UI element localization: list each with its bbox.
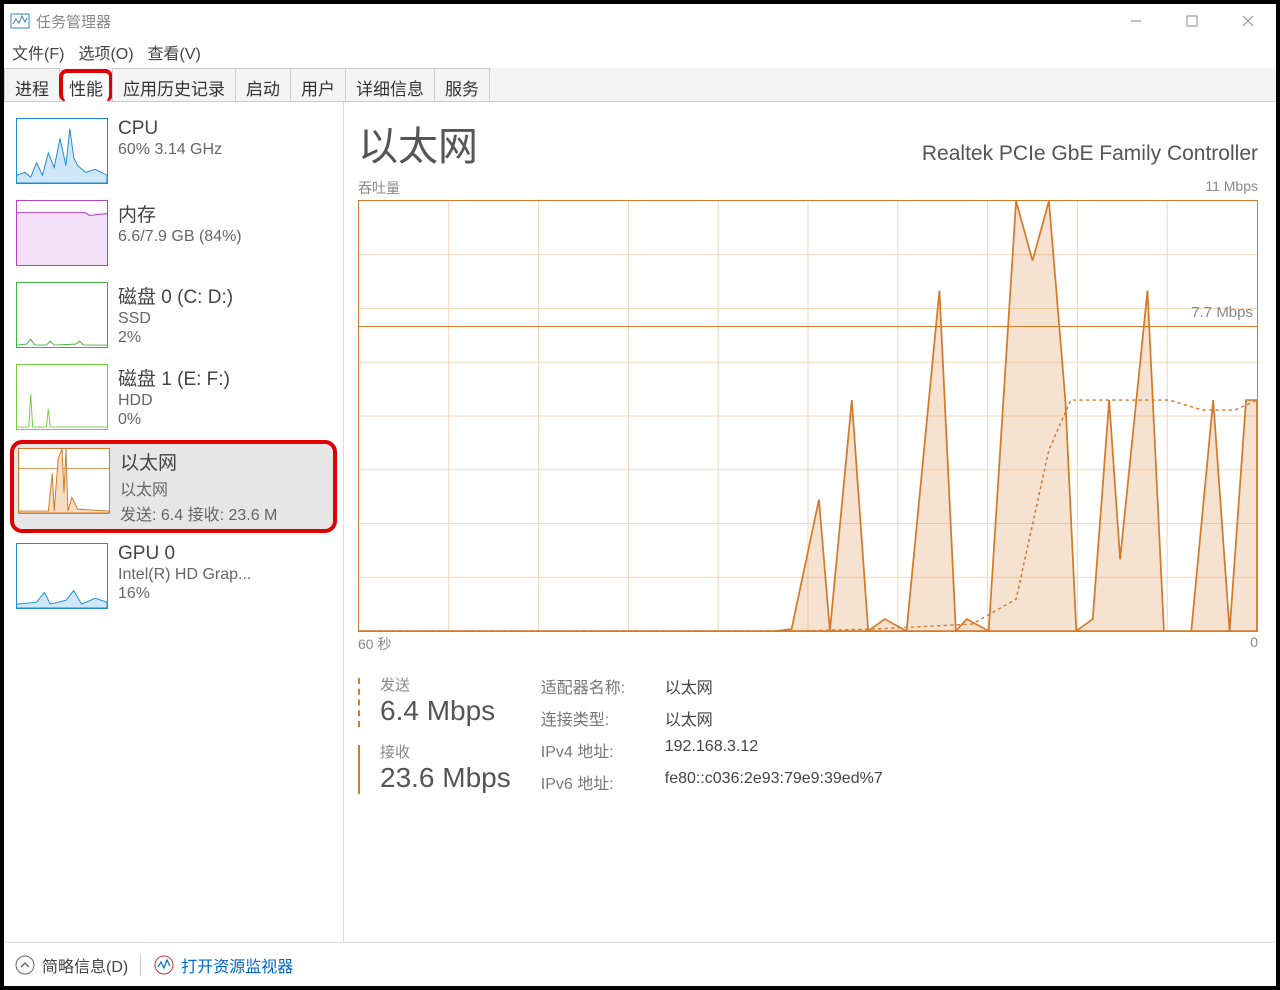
tab-processes[interactable]: 进程 bbox=[4, 68, 60, 101]
info-conn-label: 连接类型: bbox=[541, 706, 651, 730]
main-panel: 以太网 Realtek PCIe GbE Family Controller 吞… bbox=[344, 102, 1276, 942]
sidebar-item-ethernet[interactable]: 以太网 以太网 发送: 6.4 接收: 23.6 M bbox=[10, 440, 337, 533]
send-dash-icon bbox=[358, 678, 370, 727]
sidebar-item-disk1[interactable]: 磁盘 1 (E: F:) HDD 0% bbox=[10, 358, 337, 436]
tab-services[interactable]: 服务 bbox=[434, 68, 490, 101]
sidebar-item-label: 磁盘 0 (C: D:) bbox=[118, 282, 233, 309]
info-adapter-label: 适配器名称: bbox=[541, 674, 651, 698]
chevron-up-circle-icon[interactable] bbox=[14, 954, 36, 976]
graph-xmax: 0 bbox=[1250, 634, 1258, 654]
graph-xmin: 60 秒 bbox=[358, 634, 391, 654]
send-value: 6.4 Mbps bbox=[380, 695, 495, 727]
sidebar-item-sub: HDD bbox=[118, 392, 230, 410]
minimize-button[interactable] bbox=[1108, 4, 1164, 38]
sidebar-item-gpu0[interactable]: GPU 0 Intel(R) HD Grap... 16% bbox=[10, 537, 337, 615]
window-title: 任务管理器 bbox=[36, 11, 111, 32]
menu-view[interactable]: 查看(V) bbox=[148, 40, 201, 64]
recv-dash-icon bbox=[358, 745, 370, 794]
sidebar-item-sub2: 发送: 6.4 接收: 23.6 M bbox=[120, 501, 277, 525]
info-ipv4-label: IPv4 地址: bbox=[541, 738, 651, 762]
page-title: 以太网 bbox=[358, 114, 478, 172]
close-button[interactable] bbox=[1220, 4, 1276, 38]
info-ipv4-value: 192.168.3.12 bbox=[665, 738, 758, 762]
recv-label: 接收 bbox=[380, 741, 511, 762]
ethernet-thumb bbox=[18, 448, 110, 514]
maximize-button[interactable] bbox=[1164, 4, 1220, 38]
tab-users[interactable]: 用户 bbox=[290, 68, 346, 101]
info-ipv6-label: IPv6 地址: bbox=[541, 770, 651, 794]
footer-separator bbox=[140, 954, 141, 976]
disk0-thumb bbox=[16, 282, 108, 348]
throughput-graph: 7.7 Mbps bbox=[358, 200, 1258, 632]
footer: 简略信息(D) 打开资源监视器 bbox=[4, 942, 1276, 986]
sidebar-item-label: 以太网 bbox=[120, 448, 277, 475]
menu-file[interactable]: 文件(F) bbox=[12, 40, 64, 64]
tab-performance[interactable]: 性能 bbox=[59, 69, 113, 102]
sidebar-item-memory[interactable]: 内存 6.6/7.9 GB (84%) bbox=[10, 194, 337, 272]
recv-value: 23.6 Mbps bbox=[380, 762, 511, 794]
sidebar-item-label: 磁盘 1 (E: F:) bbox=[118, 364, 230, 391]
sidebar-item-sub: 以太网 bbox=[120, 476, 277, 500]
metrics: 发送 6.4 Mbps 接收 23.6 Mbps 适配器名称: 以太网 连接类型:… bbox=[358, 674, 1258, 808]
menu-options[interactable]: 选项(O) bbox=[78, 40, 133, 64]
sidebar-item-sub2: 16% bbox=[118, 585, 251, 603]
graph-midline-label: 7.7 Mbps bbox=[1191, 304, 1253, 321]
sidebar-item-sub: 6.6/7.9 GB (84%) bbox=[118, 228, 242, 246]
tab-startup[interactable]: 启动 bbox=[235, 68, 291, 101]
info-ipv6-value: fe80::c036:2e93:79e9:39ed%7 bbox=[665, 770, 883, 794]
tabbar: 进程 性能 应用历史记录 启动 用户 详细信息 服务 bbox=[4, 68, 1276, 102]
disk1-thumb bbox=[16, 364, 108, 430]
fewer-details-button[interactable]: 简略信息(D) bbox=[42, 953, 128, 977]
graph-midline bbox=[359, 326, 1257, 327]
throughput-label: 吞吐量 bbox=[358, 178, 400, 198]
sidebar-item-cpu[interactable]: CPU 60% 3.14 GHz bbox=[10, 112, 337, 190]
gpu-thumb bbox=[16, 543, 108, 609]
adapter-name-header: Realtek PCIe GbE Family Controller bbox=[922, 142, 1258, 166]
perf-sidebar: CPU 60% 3.14 GHz 内存 6.6/7.9 GB (84%) 磁盘 … bbox=[4, 102, 344, 942]
cpu-thumb bbox=[16, 118, 108, 184]
sidebar-item-sub2: 0% bbox=[118, 411, 230, 429]
sidebar-item-label: 内存 bbox=[118, 200, 242, 227]
graph-ymax: 11 Mbps bbox=[1205, 178, 1258, 198]
sidebar-item-sub2: 2% bbox=[118, 329, 233, 347]
resmon-icon bbox=[153, 954, 175, 976]
sidebar-item-label: GPU 0 bbox=[118, 543, 251, 565]
info-conn-value: 以太网 bbox=[665, 706, 713, 730]
taskmgr-icon bbox=[10, 11, 30, 31]
sidebar-item-sub: SSD bbox=[118, 310, 233, 328]
body-split: CPU 60% 3.14 GHz 内存 6.6/7.9 GB (84%) 磁盘 … bbox=[4, 102, 1276, 942]
titlebar: 任务管理器 bbox=[4, 4, 1276, 38]
sidebar-item-sub: 60% 3.14 GHz bbox=[118, 141, 222, 159]
sidebar-item-sub: Intel(R) HD Grap... bbox=[118, 566, 251, 584]
info-adapter-value: 以太网 bbox=[665, 674, 713, 698]
memory-thumb bbox=[16, 200, 108, 266]
sidebar-item-label: CPU bbox=[118, 118, 222, 140]
tab-app-history[interactable]: 应用历史记录 bbox=[112, 68, 236, 101]
sidebar-item-disk0[interactable]: 磁盘 0 (C: D:) SSD 2% bbox=[10, 276, 337, 354]
send-label: 发送 bbox=[380, 674, 495, 695]
menubar: 文件(F) 选项(O) 查看(V) bbox=[4, 38, 1276, 68]
tab-details[interactable]: 详细信息 bbox=[345, 68, 435, 101]
open-resource-monitor-link[interactable]: 打开资源监视器 bbox=[181, 953, 293, 977]
